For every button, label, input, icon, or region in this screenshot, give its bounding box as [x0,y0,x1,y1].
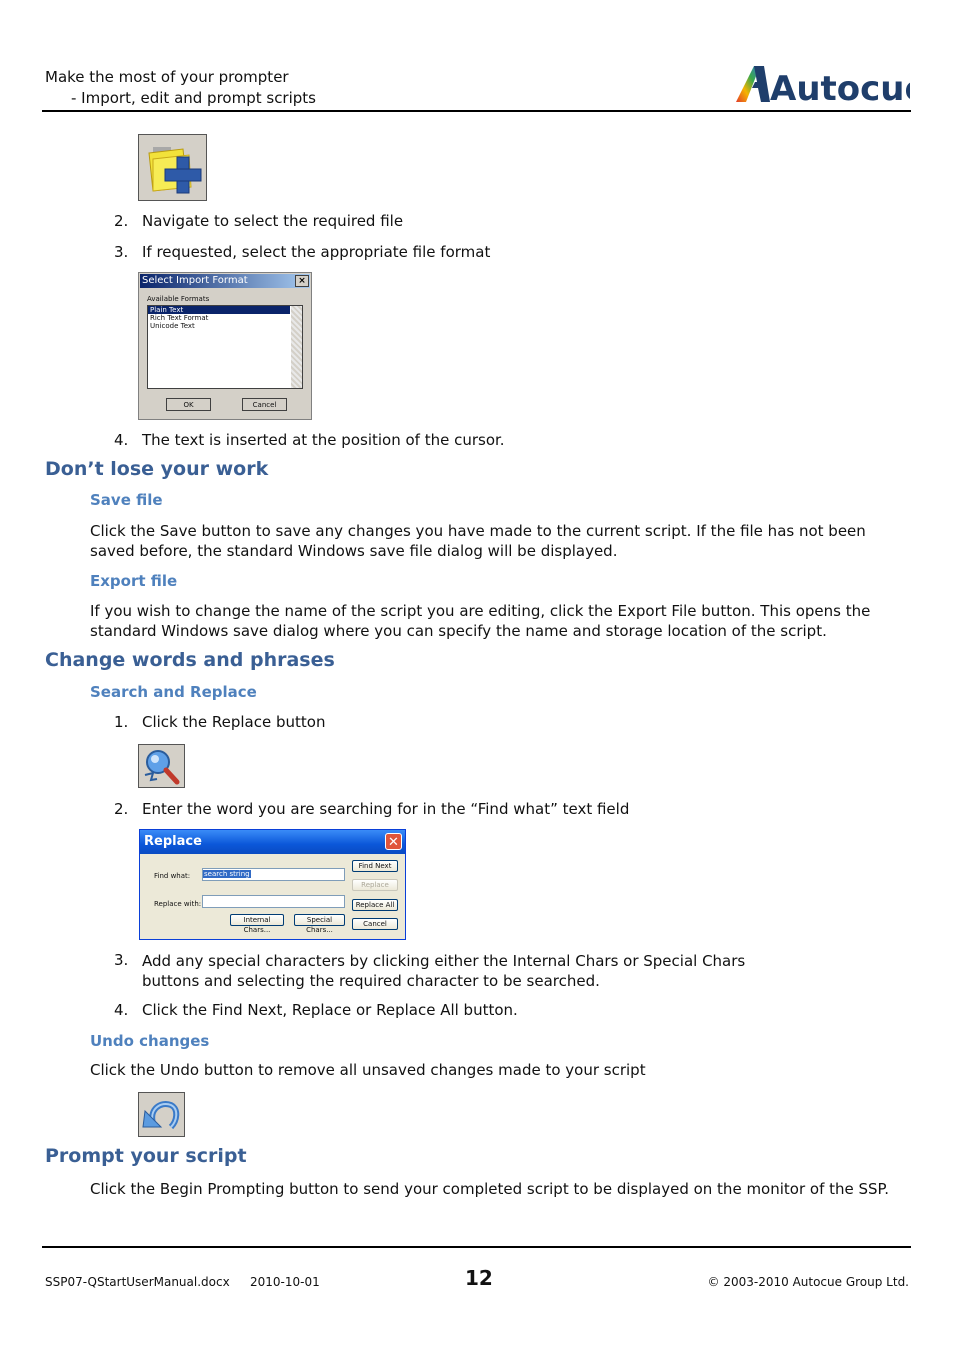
subheading-save-file: Save file [90,491,163,509]
header-subtitle: - Import, edit and prompt scripts [71,89,316,107]
replace-dialog: Replace ✕ Find what: search string Repla… [139,829,406,940]
replace-with-input[interactable] [202,895,345,908]
footer-date: 2010-10-01 [250,1275,320,1289]
import-file-icon [138,134,207,201]
undo-icon [138,1092,185,1137]
cancel-button[interactable]: Cancel [352,918,398,930]
format-option-rich-text[interactable]: Rich Text Format [148,314,290,322]
subheading-export-file: Export file [90,572,178,590]
cancel-button[interactable]: Cancel [242,398,287,411]
section-heading-dont-lose-work: Don’t lose your work [45,458,269,480]
header-divider [42,110,911,112]
find-what-input[interactable]: search string [202,868,345,881]
list-scrollbar[interactable] [291,306,302,388]
format-option-plain-text[interactable]: Plain Text [148,306,290,314]
ok-button[interactable]: OK [166,398,211,411]
export-file-paragraph: If you wish to change the name of the sc… [90,602,871,640]
section-heading-prompt-script: Prompt your script [45,1145,247,1167]
special-chars-button[interactable]: Special Chars... [294,914,345,934]
page-number: 12 [465,1266,493,1290]
undo-paragraph: Click the Undo button to remove all unsa… [90,1061,646,1079]
internal-chars-button[interactable]: Internal Chars... [230,914,284,934]
find-what-label: Find what: [154,872,191,880]
dialog-title: Select Import Format [140,274,310,288]
replace-button[interactable]: Replace [352,879,398,891]
replace-with-label: Replace with: [154,900,202,908]
replace-search-icon [138,744,185,788]
subheading-search-replace: Search and Replace [90,683,257,701]
replace-all-button[interactable]: Replace All [352,899,398,911]
select-import-format-dialog: Select Import Format × Available Formats… [138,272,312,420]
dialog-title: Replace [140,830,405,854]
save-file-paragraph: Click the Save button to save any change… [90,522,866,560]
prompt-paragraph: Click the Begin Prompting button to send… [90,1180,890,1198]
close-icon[interactable]: × [295,275,309,287]
find-what-value: search string [203,870,251,878]
available-formats-label: Available Formats [147,295,210,303]
autocue-logo: Autocue [734,62,928,109]
footer-copyright: © 2003-2010 Autocue Group Ltd. [707,1275,909,1289]
footer-filename: SSP07-QStartUserManual.docx [45,1275,230,1289]
logo-text: Autocue [770,69,910,108]
format-option-unicode-text[interactable]: Unicode Text [148,322,290,330]
section-heading-change-words: Change words and phrases [45,649,335,671]
header-title: Make the most of your prompter [45,68,289,86]
close-icon[interactable]: ✕ [385,833,402,850]
formats-list[interactable]: Plain Text Rich Text Format Unicode Text [147,305,303,389]
footer-divider [42,1246,911,1248]
find-next-button[interactable]: Find Next [352,860,398,872]
subheading-undo-changes: Undo changes [90,1032,210,1050]
